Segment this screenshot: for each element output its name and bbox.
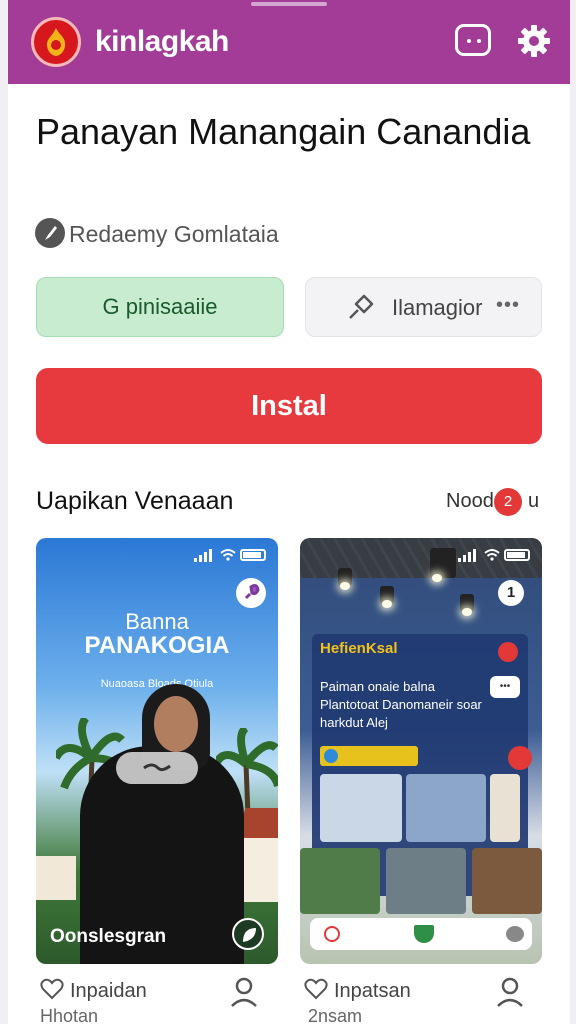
panel-text: Paiman onaie balna Plantotoat Danomaneir… — [320, 679, 482, 730]
record-icon — [498, 642, 518, 662]
photo-tile[interactable] — [320, 774, 402, 842]
wifi-icon — [220, 549, 236, 561]
preview-overlay-pill[interactable] — [116, 752, 198, 784]
screenshot-1-title-main: PANAKOGIA — [84, 632, 230, 659]
screenshots-count-badge: 2 — [494, 488, 522, 516]
install-button[interactable]: Instal — [36, 368, 542, 444]
photo-tile[interactable] — [300, 848, 380, 914]
status-bar — [458, 548, 534, 562]
card-1-label: Inpaidan — [70, 980, 147, 1002]
screenshot-2-badge: 1 — [498, 580, 524, 606]
chat-bubble-icon[interactable] — [455, 24, 491, 56]
spotlight-illustration — [430, 548, 456, 582]
gear-icon[interactable] — [517, 24, 551, 58]
compass-icon — [35, 218, 65, 248]
card-1-sub: Hhotan — [40, 1006, 99, 1024]
category-chip[interactable]: G pinisaaiie — [36, 277, 284, 337]
heart-icon[interactable] — [304, 978, 328, 1000]
globe-icon — [324, 749, 338, 763]
spotlight-illustration — [460, 594, 474, 616]
signal-icon — [194, 544, 214, 562]
photo-tile[interactable] — [472, 848, 542, 914]
screenshot-2-toolbar — [310, 918, 532, 950]
app-store-page: kinlagkah Panayan Manangain Canandia Red… — [8, 0, 570, 1024]
drag-handle[interactable] — [251, 2, 327, 6]
screenshot-1[interactable]: Banna PANAKOGIA Nuaoasa Bloads Otiula Oo… — [36, 538, 278, 964]
flame-emblem-logo — [31, 17, 81, 67]
secondary-chip-label: Ilamagior — [392, 295, 483, 320]
signal-icon — [458, 544, 478, 562]
tag-icon — [346, 294, 376, 327]
photo-tile[interactable] — [386, 848, 466, 914]
heart-icon[interactable] — [40, 978, 64, 1000]
wifi-icon — [484, 549, 500, 561]
card-2-label: Inpatsan — [334, 980, 411, 1002]
spotlight-illustration — [338, 568, 352, 590]
yellow-banner — [320, 746, 418, 766]
shield-icon[interactable] — [414, 925, 434, 943]
screenshot-1-title-top: Banna — [125, 609, 189, 634]
screenshots-see-all-link[interactable]: Nood — [446, 490, 494, 513]
secondary-chip[interactable]: Ilamagior ••• — [305, 277, 542, 337]
person-icon[interactable] — [496, 976, 524, 1008]
heart-icon[interactable] — [324, 926, 340, 942]
chat-bubble-icon[interactable]: ••• — [490, 676, 520, 698]
person-icon[interactable] — [230, 976, 258, 1008]
battery-icon — [504, 549, 530, 561]
photo-tile[interactable] — [406, 774, 486, 842]
pin-icon[interactable] — [508, 746, 532, 770]
screenshots-link-suffix[interactable]: u — [528, 490, 539, 513]
app-title: Panayan Manangain Canandia — [36, 111, 531, 152]
panel-title: HefienKsal — [320, 640, 398, 657]
app-bar: kinlagkah — [8, 0, 570, 84]
screenshot-2[interactable]: 1 HefienKsal Paiman onaie balna Plantoto… — [300, 538, 542, 964]
screenshots-section-title: Uapikan Venaaan — [36, 487, 234, 515]
status-bar — [194, 548, 270, 562]
person-face — [154, 696, 198, 752]
house-illustration — [36, 856, 76, 900]
app-name: kinlagkah — [95, 25, 229, 58]
photo-tile[interactable] — [490, 774, 520, 842]
card-2-sub: 2nsam — [308, 1006, 363, 1024]
pin-icon[interactable] — [236, 578, 266, 608]
developer-name[interactable]: Redaemy Gomlataia — [69, 221, 279, 248]
screenshot-1-title: Banna PANAKOGIA — [36, 610, 278, 658]
battery-icon — [240, 549, 266, 561]
card-1-label-row[interactable]: Inpaidan — [40, 978, 147, 1003]
screenshot-1-caption: Oonslesgran — [50, 926, 167, 947]
card-2-label-row[interactable]: Inpatsan — [304, 978, 411, 1003]
more-icon: ••• — [496, 294, 521, 316]
spotlight-illustration — [380, 586, 394, 608]
toggle-icon[interactable] — [506, 926, 524, 942]
leaf-icon[interactable] — [232, 918, 264, 950]
